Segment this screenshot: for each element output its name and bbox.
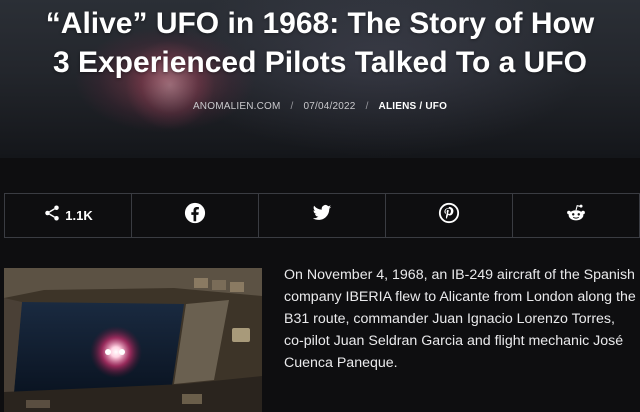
- share-count-button[interactable]: 1.1K: [5, 194, 132, 237]
- meta-separator: /: [365, 101, 369, 112]
- reddit-share-button[interactable]: [513, 194, 639, 237]
- meta-separator: /: [290, 101, 294, 112]
- share-icon: [43, 204, 61, 227]
- cockpit-ufo-illustration: [4, 268, 262, 412]
- article-title-line-2: 3 Experienced Pilots Talked To a UFO: [52, 46, 588, 79]
- meta-date: 07/04/2022: [303, 101, 356, 112]
- article-title: “Alive” UFO in 1968: The Story of How 3 …: [0, 4, 640, 82]
- article-image-cockpit-ufo[interactable]: [4, 268, 262, 412]
- share-count: 1.1K: [65, 208, 93, 223]
- article-paragraph: On November 4, 1968, an IB-249 aircraft …: [284, 267, 636, 371]
- meta-category-link[interactable]: ALIENS / UFO: [379, 101, 448, 112]
- pinterest-icon: [438, 202, 460, 229]
- facebook-share-button[interactable]: [132, 194, 259, 237]
- meta-author-link[interactable]: ANOMALIEN.COM: [193, 101, 281, 112]
- twitter-icon: [311, 203, 333, 228]
- hero-banner: “Alive” UFO in 1968: The Story of How 3 …: [0, 0, 640, 158]
- pinterest-share-button[interactable]: [386, 194, 513, 237]
- facebook-icon: [184, 202, 206, 229]
- twitter-share-button[interactable]: [259, 194, 386, 237]
- reddit-icon: [565, 202, 587, 229]
- share-bar: 1.1K: [4, 193, 640, 238]
- article-meta: ANOMALIEN.COM / 07/04/2022 / ALIENS / UF…: [0, 101, 640, 112]
- article-title-line-1: “Alive” UFO in 1968: The Story of How: [45, 7, 595, 40]
